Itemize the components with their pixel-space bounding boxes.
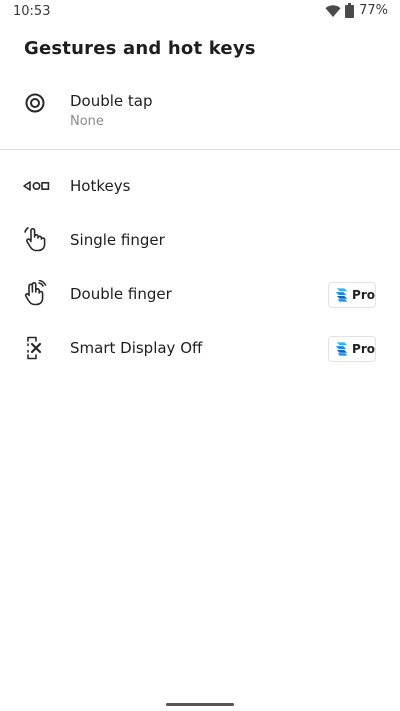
pro-badge[interactable]: Pro — [328, 336, 376, 362]
pro-label: Pro — [352, 342, 375, 356]
pro-logo-icon — [335, 288, 348, 302]
target-icon — [25, 93, 45, 113]
list-item-label: Hotkeys — [70, 177, 131, 195]
battery-percentage: 77% — [359, 3, 388, 18]
list-item-label: Double tap — [70, 92, 153, 110]
list-item-hotkeys[interactable]: Hotkeys — [0, 165, 400, 209]
double-finger-icon — [24, 280, 47, 306]
page-title: Gestures and hot keys — [24, 38, 256, 59]
status-icons: 77% — [325, 3, 388, 18]
pro-badge[interactable]: Pro — [328, 282, 376, 308]
list-item-double-finger[interactable]: Double finger Pro — [0, 273, 400, 317]
list-item-single-finger[interactable]: Single finger — [0, 219, 400, 263]
wifi-icon — [325, 4, 341, 17]
hotkeys-icon — [23, 181, 50, 191]
status-bar: 10:53 77% — [0, 0, 400, 24]
list-item-label: Single finger — [70, 231, 165, 249]
battery-icon — [345, 3, 355, 18]
pro-logo-icon — [335, 342, 348, 356]
list-item-sublabel: None — [70, 114, 104, 129]
list-item-smart-display-off[interactable]: Smart Display Off Pro — [0, 327, 400, 371]
smart-display-off-icon — [27, 336, 42, 360]
list-item-double-tap[interactable]: Double tap None — [0, 82, 400, 142]
divider — [0, 149, 400, 150]
list-item-label: Smart Display Off — [70, 339, 203, 357]
single-finger-icon — [24, 227, 46, 252]
pro-label: Pro — [352, 288, 375, 302]
navigation-handle[interactable] — [166, 703, 234, 706]
status-time: 10:53 — [13, 4, 51, 19]
list-item-label: Double finger — [70, 285, 172, 303]
